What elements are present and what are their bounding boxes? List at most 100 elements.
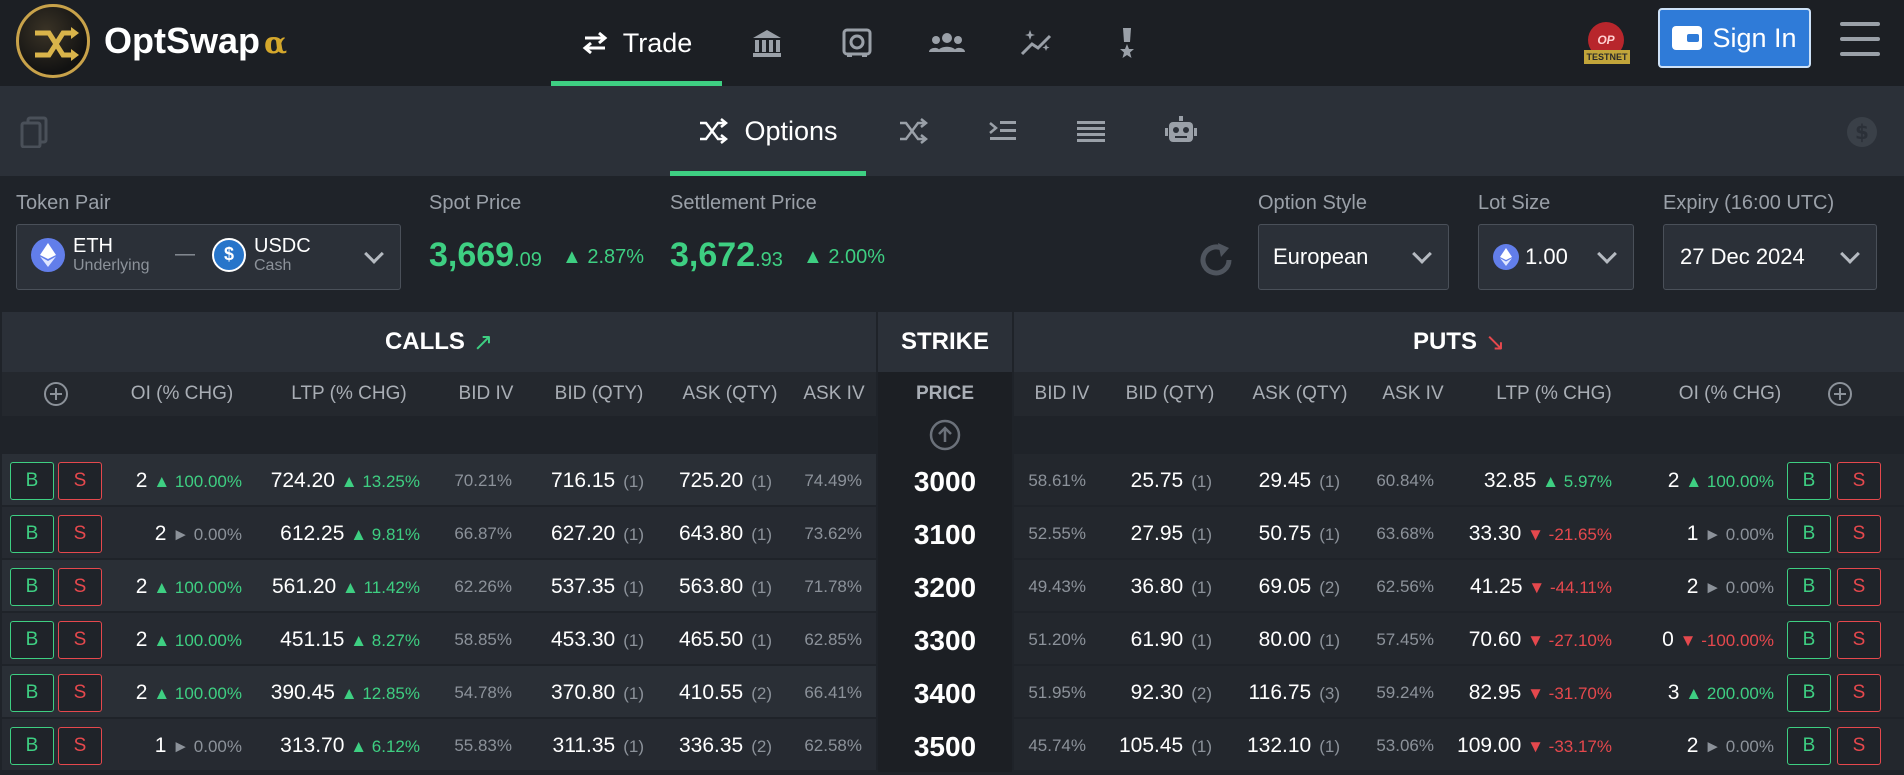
put-bid[interactable]: 105.45 (1) [1090, 719, 1212, 772]
sign-in-button[interactable]: Sign In [1658, 8, 1811, 68]
put-bid[interactable]: 25.75 (1) [1090, 454, 1212, 507]
call-ask[interactable]: 336.35 (2) [650, 719, 772, 772]
table-row: B S 1 ► 0.00% 313.70 ▲ 6.12% 55.83% 311.… [0, 719, 1904, 772]
call-buy-button[interactable]: B [10, 727, 54, 765]
nav-tab-rewards[interactable] [1100, 0, 1154, 86]
nav-tab-trade-label: Trade [622, 27, 693, 58]
call-bid[interactable]: 370.80 (1) [520, 666, 644, 719]
call-ask-iv: 74.49% [804, 471, 862, 490]
call-sell-button[interactable]: S [58, 462, 102, 500]
call-ltp: 313.70 ▲ 6.12% [280, 734, 420, 757]
col-call-bid-iv[interactable]: BID IV [438, 372, 534, 416]
table-row: B S 2 ► 0.00% 612.25 ▲ 9.81% 66.87% 627.… [0, 507, 1904, 560]
sub-tab-orders[interactable] [978, 86, 1028, 176]
call-sell-button[interactable]: S [58, 568, 102, 606]
call-ask[interactable]: 410.55 (2) [650, 666, 772, 719]
put-ask[interactable]: 50.75 (1) [1216, 507, 1340, 560]
hamburger-menu-icon[interactable] [1840, 22, 1880, 56]
call-sell-button[interactable]: S [58, 515, 102, 553]
put-bid[interactable]: 36.80 (1) [1090, 560, 1212, 613]
call-bid[interactable]: 537.35 (1) [520, 560, 644, 613]
put-bid[interactable]: 92.30 (2) [1090, 666, 1212, 719]
call-bid[interactable]: 627.20 (1) [520, 507, 644, 560]
option-style-select[interactable]: European [1258, 224, 1449, 290]
col-put-ask-iv[interactable]: ASK IV [1368, 372, 1458, 416]
col-strike-price: PRICE [915, 383, 975, 404]
put-bid-iv: 51.20% [1028, 630, 1086, 649]
scroll-up-control[interactable] [878, 416, 1012, 454]
call-ask[interactable]: 725.20 (1) [650, 454, 772, 507]
vault-icon [842, 28, 872, 57]
sub-tab-options[interactable]: Options [670, 86, 866, 176]
put-sell-button[interactable]: S [1837, 515, 1881, 553]
strike-price: 3500 [878, 719, 1012, 772]
call-bid-iv: 55.83% [454, 736, 512, 755]
col-call-oi[interactable]: OI (% CHG) [110, 372, 254, 416]
col-put-ltp[interactable]: LTP (% CHG) [1474, 372, 1634, 416]
nav-tab-vault[interactable] [830, 0, 884, 86]
put-sell-button[interactable]: S [1837, 727, 1881, 765]
lot-size-select[interactable]: 1.00 [1478, 224, 1634, 290]
nav-tab-analytics[interactable] [1010, 0, 1064, 86]
put-sell-button[interactable]: S [1837, 462, 1881, 500]
call-buy-button[interactable]: B [10, 515, 54, 553]
put-buy-button[interactable]: B [1787, 674, 1831, 712]
dollar-coin-icon[interactable]: $ [1846, 116, 1878, 153]
add-column-plus-icon[interactable] [1828, 382, 1852, 406]
call-bid[interactable]: 311.35 (1) [520, 719, 644, 772]
nav-tab-bank[interactable] [740, 0, 794, 86]
nav-tab-trade[interactable]: Trade [551, 0, 722, 86]
put-sell-button[interactable]: S [1837, 674, 1881, 712]
put-ask[interactable]: 132.10 (1) [1216, 719, 1340, 772]
call-buy-button[interactable]: B [10, 621, 54, 659]
call-sell-button[interactable]: S [58, 674, 102, 712]
expiry-select[interactable]: 27 Dec 2024 [1663, 224, 1877, 290]
col-put-oi[interactable]: OI (% CHG) [1650, 372, 1810, 416]
col-put-ask[interactable]: ASK (QTY) [1238, 372, 1362, 416]
refresh-icon[interactable] [1196, 240, 1236, 280]
token-pair-select[interactable]: ETH Underlying — $ USDC Cash [16, 224, 401, 290]
put-ask[interactable]: 69.05 (2) [1216, 560, 1340, 613]
call-ask[interactable]: 563.80 (1) [650, 560, 772, 613]
call-buy-button[interactable]: B [10, 462, 54, 500]
call-ask[interactable]: 465.50 (1) [650, 613, 772, 666]
call-buy-button[interactable]: B [10, 674, 54, 712]
put-bid[interactable]: 27.95 (1) [1090, 507, 1212, 560]
nav-tab-community[interactable] [920, 0, 974, 86]
put-buy-button[interactable]: B [1787, 568, 1831, 606]
put-ask[interactable]: 29.45 (1) [1216, 454, 1340, 507]
call-bid[interactable]: 453.30 (1) [520, 613, 644, 666]
network-badge[interactable]: OP TESTNET [1582, 20, 1630, 68]
col-call-bid[interactable]: BID (QTY) [540, 372, 658, 416]
col-put-bid-iv[interactable]: BID IV [1020, 372, 1104, 416]
call-bid[interactable]: 716.15 (1) [520, 454, 644, 507]
put-ask[interactable]: 116.75 (3) [1216, 666, 1340, 719]
col-call-ltp[interactable]: LTP (% CHG) [274, 372, 424, 416]
call-sell-button[interactable]: S [58, 727, 102, 765]
put-ltp: 82.95 ▼ -31.70% [1468, 681, 1612, 704]
sub-tab-bot[interactable] [1156, 86, 1206, 176]
put-sell-button[interactable]: S [1837, 621, 1881, 659]
col-call-ask-iv[interactable]: ASK IV [792, 372, 876, 416]
call-buy-button[interactable]: B [10, 568, 54, 606]
put-ask[interactable]: 80.00 (1) [1216, 613, 1340, 666]
put-bid[interactable]: 61.90 (1) [1090, 613, 1212, 666]
col-put-bid[interactable]: BID (QTY) [1110, 372, 1230, 416]
bookmarks-icon[interactable] [20, 116, 50, 153]
lot-size-value: 1.00 [1525, 244, 1568, 269]
put-buy-button[interactable]: B [1787, 462, 1831, 500]
sub-tab-positions[interactable] [1066, 86, 1116, 176]
optswap-logo[interactable] [16, 4, 90, 78]
put-buy-button[interactable]: B [1787, 621, 1831, 659]
col-call-ask[interactable]: ASK (QTY) [668, 372, 792, 416]
call-sell-button[interactable]: S [58, 621, 102, 659]
add-column-plus-icon[interactable] [44, 382, 68, 406]
put-buy-button[interactable]: B [1787, 515, 1831, 553]
call-ask[interactable]: 643.80 (1) [650, 507, 772, 560]
put-buy-button[interactable]: B [1787, 727, 1831, 765]
expiry-label: Expiry (16:00 UTC) [1663, 192, 1835, 214]
controls-bar: Token Pair ETH Underlying — $ USDC Cash … [0, 176, 1904, 312]
sub-tab-swap[interactable] [888, 86, 938, 176]
brand-name[interactable]: OptSwap α [104, 20, 287, 62]
put-sell-button[interactable]: S [1837, 568, 1881, 606]
